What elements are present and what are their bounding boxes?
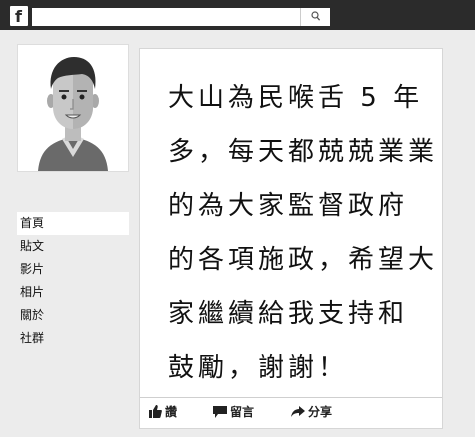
top-bar: f: [0, 0, 475, 30]
search-button[interactable]: [300, 8, 330, 26]
search-icon: [311, 11, 321, 21]
divider: [140, 397, 442, 398]
share-arrow-icon: [291, 405, 305, 417]
avatar-icon: [38, 57, 108, 171]
sidebar-item-videos[interactable]: 影片: [17, 258, 129, 281]
share-label: 分享: [308, 405, 333, 419]
post-line: 多，每天都兢兢業業: [168, 137, 439, 167]
comment-label: 留言: [230, 405, 255, 419]
search-input[interactable]: [32, 8, 330, 26]
post-body: 大山為民喉舌 5 年 多，每天都兢兢業業 的為大家監督政府 的各項施政，希望大 …: [168, 71, 438, 395]
sidebar-item-community[interactable]: 社群: [17, 327, 129, 350]
comment-button[interactable]: 留言: [213, 403, 254, 420]
post-actions: 讚 留言 分享: [140, 401, 442, 427]
left-column: 首頁 貼文 影片 相片 關於 社群: [17, 44, 129, 350]
post-line: 的各項施政，希望大: [168, 245, 439, 275]
sidebar-item-label: 首頁: [20, 216, 45, 230]
post-line: 的為大家監督政府: [168, 191, 409, 221]
like-label: 讚: [165, 405, 178, 419]
sidebar-item-label: 相片: [20, 285, 45, 299]
sidebar-item-label: 影片: [20, 262, 45, 276]
sidebar-item-posts[interactable]: 貼文: [17, 235, 129, 258]
sidebar-item-about[interactable]: 關於: [17, 304, 129, 327]
share-button[interactable]: 分享: [291, 403, 332, 420]
sidebar-item-label: 貼文: [20, 239, 45, 253]
comment-icon: [213, 405, 227, 418]
sidebar-item-label: 關於: [20, 308, 45, 322]
post-card: 大山為民喉舌 5 年 多，每天都兢兢業業 的為大家監督政府 的各項施政，希望大 …: [139, 48, 443, 429]
thumbs-up-icon: [149, 405, 162, 418]
profile-picture[interactable]: [17, 44, 129, 172]
post-line: 鼓勵，謝謝！: [168, 353, 349, 383]
sidebar-nav: 首頁 貼文 影片 相片 關於 社群: [17, 212, 129, 350]
post-line: 家繼續給我支持和: [168, 299, 409, 329]
like-button[interactable]: 讚: [149, 403, 177, 420]
sidebar-item-label: 社群: [20, 331, 45, 345]
sidebar-item-home[interactable]: 首頁: [17, 212, 129, 235]
logo-letter: f: [15, 7, 22, 26]
post-line: 大山為民喉舌 5 年: [168, 83, 424, 113]
sidebar-item-photos[interactable]: 相片: [17, 281, 129, 304]
facebook-logo-icon[interactable]: f: [10, 6, 28, 26]
